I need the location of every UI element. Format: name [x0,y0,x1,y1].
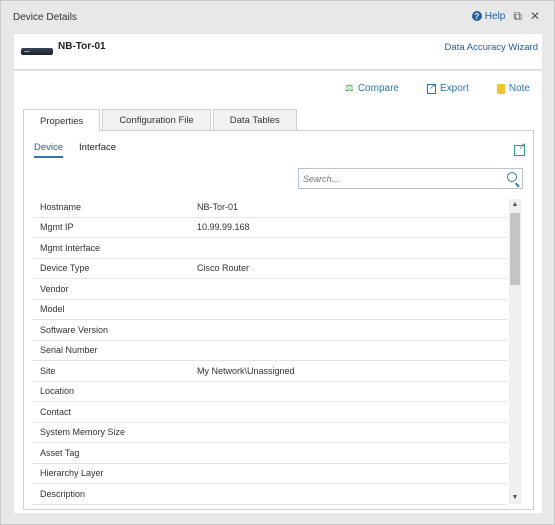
help-icon: ? [471,11,482,21]
table-row[interactable]: Mgmt IP 10.99.99.168 [32,218,507,238]
search-input[interactable] [303,173,493,184]
property-label: Mgmt Interface [40,242,101,253]
device-name: NB-Tor-01 [58,41,106,52]
property-label: Hostname [40,201,82,212]
property-label: Vendor [40,283,69,294]
table-row[interactable]: Hierarchy Layer [32,464,507,484]
action-toolbar: ⚖ Compare Export Note [345,82,530,95]
table-row[interactable]: Mgmt Interface [32,238,507,259]
tab-data-tables[interactable]: Data Tables [212,109,297,131]
property-label: Asset Tag [40,447,80,458]
property-label: Device Type [40,263,90,274]
title-bar-controls: ? Help ⧉ ✕ [471,10,540,22]
property-label: Software Version [40,324,109,335]
property-value: 10.99.99.168 [197,222,250,233]
compare-button[interactable]: ⚖ Compare [345,83,399,94]
subtab-bar: Device Interface [34,142,116,158]
table-row[interactable]: Site My Network\Unassigned [32,361,507,382]
property-label: System Memory Size [40,427,126,438]
table-row[interactable]: System Memory Size [32,423,507,443]
scrollbar-thumb[interactable] [510,213,520,285]
tab-properties[interactable]: Properties [23,109,101,132]
property-value: My Network\Unassigned [197,365,295,376]
table-row[interactable]: Model [32,300,507,320]
export-label: Export [439,83,469,94]
properties-panel: Device Interface Hostname NB-Tor-01 Mgmt I… [23,130,534,510]
table-row[interactable]: Serial Number [32,341,507,361]
table-row[interactable]: Device Type Cisco Router [32,259,507,279]
table-row[interactable]: Asset Tag [32,443,507,464]
compare-label: Compare [357,83,399,94]
table-row[interactable]: Location [32,382,507,402]
note-icon [496,83,505,94]
scrollbar[interactable]: ▲ ▼ [509,199,521,504]
data-accuracy-wizard-link[interactable]: Data Accuracy Wizard [445,42,538,53]
export-icon [426,82,436,94]
note-button[interactable]: Note [496,83,530,94]
export-button[interactable]: Export [426,82,469,94]
close-icon[interactable]: ✕ [530,10,540,22]
note-label: Note [508,83,530,94]
property-value: Cisco Router [197,263,250,274]
table-row[interactable]: Contact [32,402,507,423]
subtab-interface[interactable]: Interface [79,142,116,158]
scroll-up-icon[interactable]: ▲ [509,199,521,211]
table-row[interactable]: Software Version [32,320,507,341]
subtab-device[interactable]: Device [34,142,64,158]
window-title: Device Details [13,12,77,23]
property-label: Site [40,365,56,376]
search-icon[interactable] [507,172,517,182]
table-row[interactable]: Vendor [32,279,507,300]
table-row[interactable]: Description [32,484,507,505]
help-link[interactable]: ? Help [471,10,506,22]
restore-icon[interactable]: ⧉ [513,10,522,22]
property-label: Model [40,304,65,315]
tab-configuration-file[interactable]: Configuration File [102,109,211,131]
table-row[interactable]: Hostname NB-Tor-01 [32,197,507,218]
property-label: Location [40,386,75,397]
search-box [298,168,523,189]
title-bar: Device Details ? Help ⧉ ✕ [1,1,554,33]
help-label: Help [484,10,506,22]
property-label: Contact [40,406,72,417]
property-label: Mgmt IP [40,222,74,233]
properties-table: Hostname NB-Tor-01 Mgmt IP 10.99.99.168 Mgmt… [32,197,507,505]
property-label: Description [40,488,86,499]
property-label: Serial Number [40,345,98,356]
device-details-window: Device Details ? Help ⧉ ✕ NB-Tor-01 Data… [0,0,555,525]
property-value: NB-Tor-01 [197,201,239,212]
property-label: Hierarchy Layer [40,468,104,479]
content-area: ⚖ Compare Export Note Properties Configu… [14,71,542,513]
router-icon [21,48,53,55]
tab-bar: Properties Configuration File Data Table… [23,109,299,132]
device-header: NB-Tor-01 Data Accuracy Wizard [14,34,542,70]
popout-icon[interactable] [514,141,526,156]
scroll-down-icon[interactable]: ▼ [509,492,521,504]
compare-icon: ⚖ [344,83,354,94]
